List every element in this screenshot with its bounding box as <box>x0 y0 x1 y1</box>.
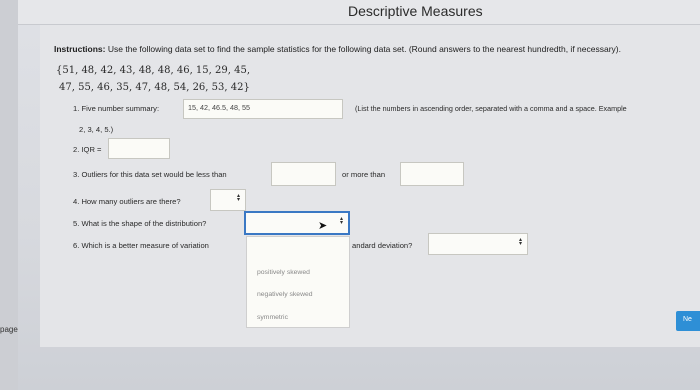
outlier-high-value <box>401 163 463 169</box>
option-negatively-skewed[interactable]: negatively skewed <box>257 291 313 298</box>
page-label: page <box>0 325 18 334</box>
q5-label: 5. What is the shape of the distribution… <box>73 219 207 228</box>
shape-select[interactable]: ▴ ▾ <box>244 211 350 235</box>
q6-label: 6. Which is a better measure of variatio… <box>73 241 209 250</box>
q2-label: 2. IQR = <box>73 145 102 154</box>
five-number-summary-input[interactable]: 15, 42, 46.5, 48, 55 <box>183 99 343 119</box>
q1-example: 2, 3, 4, 5.) <box>79 125 114 134</box>
select-arrows-icon: ▴ ▾ <box>236 193 240 203</box>
select-arrows-icon: ▴ ▾ <box>339 216 343 226</box>
q4-label: 4. How many outliers are there? <box>73 197 181 206</box>
outlier-low-input[interactable] <box>271 162 336 186</box>
iqr-input[interactable] <box>108 138 170 159</box>
q1-hint: (List the numbers in ascending order, se… <box>355 104 627 113</box>
data-set: {51, 48, 42, 43, 48, 48, 46, 15, 29, 45,… <box>56 62 356 96</box>
data-set-line-2: 47, 55, 46, 35, 47, 48, 54, 26, 53, 42} <box>59 82 250 93</box>
title-bar: Descriptive Measures <box>18 0 700 25</box>
option-positively-skewed[interactable]: positively skewed <box>257 269 310 276</box>
outlier-high-input[interactable] <box>400 162 464 186</box>
option-symmetric[interactable]: symmetric <box>257 314 288 321</box>
instructions-label: Instructions: <box>54 44 106 54</box>
page-title: Descriptive Measures <box>348 3 483 19</box>
next-button[interactable]: Ne <box>676 311 700 331</box>
q6-tail-text: andard deviation? <box>352 241 413 250</box>
instructions: Instructions: Use the following data set… <box>54 44 694 54</box>
q3-middle-text: or more than <box>342 170 386 179</box>
data-set-line-1: {51, 48, 42, 43, 48, 48, 46, 15, 29, 45, <box>56 65 251 76</box>
five-number-summary-value: 15, 42, 46.5, 48, 55 <box>188 103 250 112</box>
iqr-value <box>109 139 169 145</box>
outlier-low-value <box>272 163 335 169</box>
mouse-pointer-icon: ➤ <box>318 220 328 232</box>
shape-dropdown-menu: positively skewed negatively skewed symm… <box>246 236 350 328</box>
q1-label: 1. Five number summary: <box>73 104 160 113</box>
variation-measure-select[interactable]: ▴ ▾ <box>428 233 528 255</box>
instructions-text: Use the following data set to find the s… <box>107 44 621 54</box>
select-arrows-icon: ▴ ▾ <box>518 237 522 247</box>
outlier-count-select[interactable]: ▴ ▾ <box>210 189 246 211</box>
q3-label: 3. Outliers for this data set would be l… <box>73 170 227 179</box>
